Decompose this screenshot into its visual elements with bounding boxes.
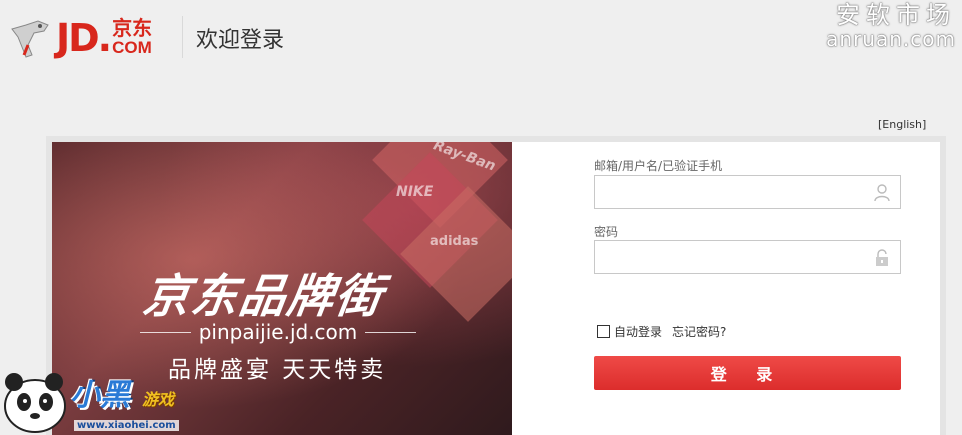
auto-login-option[interactable]: 自动登录 — [597, 323, 662, 340]
logo-cn-text: 京东 — [112, 18, 153, 40]
panda-mascot-icon — [4, 373, 66, 433]
forgot-password-link[interactable]: 忘记密码? — [672, 323, 726, 340]
username-label: 邮箱/用户名/已验证手机 — [594, 159, 723, 173]
header-divider — [182, 16, 183, 58]
url-line-right — [365, 331, 417, 333]
xiaohei-url: www.xiaohei.com — [74, 420, 179, 431]
username-input[interactable] — [595, 176, 900, 208]
watermark-en: anruan.com — [826, 27, 956, 51]
logo-jd-text: JD. — [56, 16, 112, 60]
english-language-link[interactable]: [English] — [878, 118, 926, 131]
password-field-box — [594, 240, 901, 274]
user-icon — [874, 184, 890, 202]
banner-slogan: 品牌盛宴 天天特卖 — [168, 357, 387, 383]
corner-watermark: 小黑 游戏 www.xiaohei.com — [0, 362, 200, 435]
auto-login-label: 自动登录 — [614, 325, 663, 339]
logo-com-text: COM — [112, 38, 152, 57]
jd-logo[interactable]: JD. 京东 COM — [8, 12, 178, 64]
password-input[interactable] — [595, 241, 900, 273]
lock-icon — [876, 249, 888, 266]
logo-jd-cn-block: 京东 COM — [112, 19, 152, 57]
banner-url: pinpaijie.jd.com — [198, 320, 358, 344]
brand-nike: NIKE — [396, 184, 434, 200]
banner-title: 京东品牌街 — [139, 269, 388, 323]
page-header: JD. 京东 COM 欢迎登录 安软市场 anruan.com — [0, 0, 962, 80]
watermark-cn: 安软市场 — [836, 1, 956, 29]
site-watermark: 安软市场 anruan.com — [826, 2, 956, 50]
username-field-box — [594, 175, 901, 209]
banner-url-row: pinpaijie.jd.com — [140, 320, 417, 344]
url-line-left — [140, 331, 191, 333]
jd-dog-mascot-icon — [11, 20, 49, 58]
password-label: 密码 — [594, 225, 619, 239]
login-button[interactable]: 登 录 — [594, 356, 901, 390]
auto-login-checkbox[interactable] — [597, 325, 610, 338]
page-title: 欢迎登录 — [196, 28, 285, 53]
xiaohei-title: 小黑 — [70, 378, 130, 413]
xiaohei-subtitle: 游戏 — [142, 390, 175, 409]
brand-adidas: adidas — [430, 234, 479, 249]
